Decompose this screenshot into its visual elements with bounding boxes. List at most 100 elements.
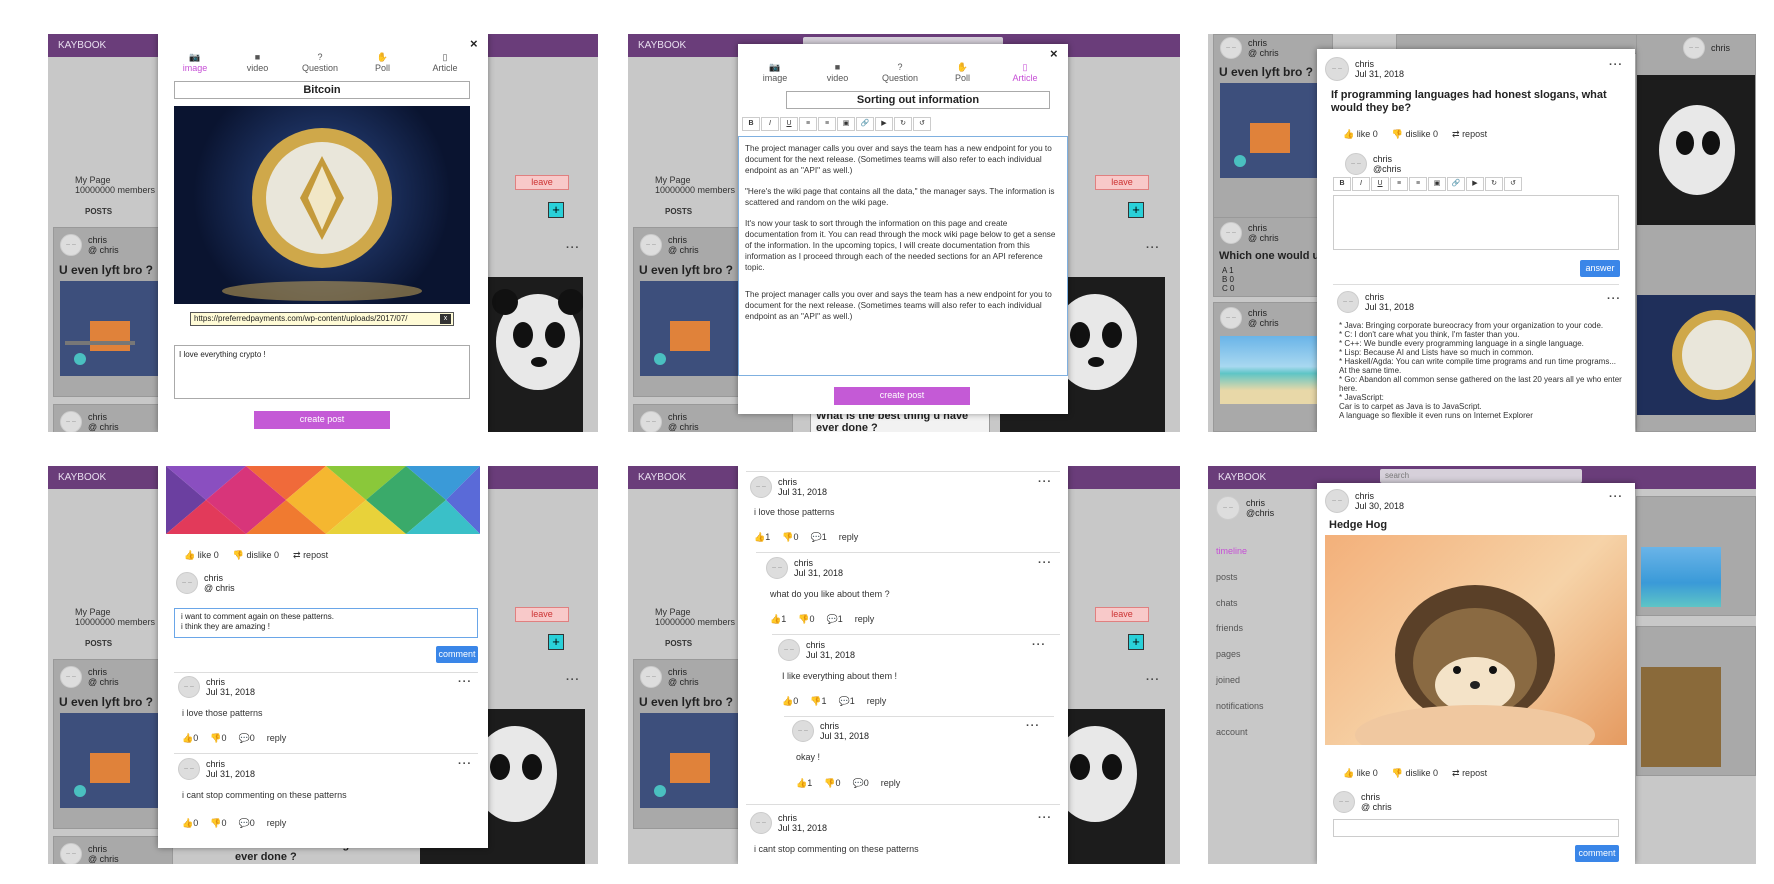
downvote-button[interactable]: 👎0 <box>210 818 226 829</box>
close-icon[interactable]: × <box>1050 46 1058 61</box>
like-button[interactable]: 👍 like 0 <box>1343 768 1378 779</box>
replies-count[interactable]: 💬0 <box>238 733 254 744</box>
search-input[interactable]: search <box>1380 469 1582 483</box>
reply-link[interactable]: reply <box>267 733 287 744</box>
replies-count[interactable]: 💬1 <box>838 696 854 707</box>
post-title-input[interactable]: Bitcoin <box>174 81 470 99</box>
downvote-button[interactable]: 👎0 <box>210 733 226 744</box>
italic-button[interactable]: I <box>1352 177 1370 191</box>
bold-button[interactable]: B <box>742 117 760 131</box>
tab-image[interactable]: 📷 image <box>750 62 800 83</box>
answer-editor[interactable] <box>1333 195 1619 250</box>
clear-url-button[interactable]: x <box>440 314 451 324</box>
reply-link[interactable]: reply <box>267 818 287 829</box>
leave-button[interactable]: leave <box>1095 607 1149 622</box>
tab-video[interactable]: ■ video <box>233 52 283 73</box>
create-post-button[interactable]: create post <box>834 387 970 405</box>
comment-input[interactable] <box>1333 819 1619 837</box>
upvote-button[interactable]: 👍0 <box>782 696 798 707</box>
redo-icon[interactable]: ↻ <box>894 117 912 131</box>
more-options-icon[interactable]: ··· <box>1038 812 1052 824</box>
video-embed-icon[interactable]: ▶ <box>875 117 893 131</box>
brand-logo[interactable]: KAYBOOK <box>1218 472 1266 483</box>
dislike-button[interactable]: 👎 dislike 0 <box>1392 768 1438 779</box>
italic-button[interactable]: I <box>761 117 779 131</box>
add-post-button[interactable]: + <box>548 202 564 218</box>
tab-article[interactable]: ▯ Article <box>1000 62 1050 83</box>
bullet-list-icon[interactable]: ≡ <box>799 117 817 131</box>
downvote-button[interactable]: 👎1 <box>810 696 826 707</box>
like-button[interactable]: 👍 like 0 <box>184 550 219 561</box>
leave-button[interactable]: leave <box>515 175 569 190</box>
upvote-button[interactable]: 👍1 <box>770 614 786 625</box>
poll-option[interactable]: C 0 <box>1222 284 1234 293</box>
comment-button[interactable]: comment <box>436 646 478 663</box>
add-post-button[interactable]: + <box>1128 634 1144 650</box>
more-options-icon[interactable]: ··· <box>1146 242 1160 254</box>
tab-video[interactable]: ■ video <box>813 62 863 83</box>
sidebar-item-pages[interactable]: pages <box>1216 649 1241 659</box>
repost-button[interactable]: ⇄ repost <box>293 550 328 561</box>
tab-posts[interactable]: POSTS <box>85 207 112 216</box>
tab-posts[interactable]: POSTS <box>85 639 112 648</box>
more-options-icon[interactable]: ··· <box>566 242 580 254</box>
reply-link[interactable]: reply <box>839 532 859 543</box>
link-icon[interactable]: 🔗 <box>1447 177 1465 191</box>
more-options-icon[interactable]: ··· <box>1038 557 1052 569</box>
sidebar-item-timeline[interactable]: timeline <box>1216 546 1247 556</box>
reply-link[interactable]: reply <box>867 696 887 707</box>
sidebar-item-joined[interactable]: joined <box>1216 675 1240 685</box>
replies-count[interactable]: 💬0 <box>852 778 868 789</box>
article-body-editor[interactable]: The project manager calls you over and s… <box>738 136 1068 376</box>
tab-poll[interactable]: ✋ Poll <box>938 62 988 83</box>
more-options-icon[interactable]: ··· <box>1026 720 1040 732</box>
redo-icon[interactable]: ↻ <box>1485 177 1503 191</box>
link-icon[interactable]: 🔗 <box>856 117 874 131</box>
more-options-icon[interactable]: ··· <box>458 758 472 770</box>
tab-posts[interactable]: POSTS <box>665 639 692 648</box>
tab-question[interactable]: ? Question <box>875 62 925 83</box>
replies-count[interactable]: 💬1 <box>810 532 826 543</box>
numbered-list-icon[interactable]: ≡ <box>818 117 836 131</box>
poll-option[interactable]: A 1 <box>1222 266 1234 275</box>
undo-icon[interactable]: ↺ <box>1504 177 1522 191</box>
replies-count[interactable]: 💬0 <box>238 818 254 829</box>
leave-button[interactable]: leave <box>1095 175 1149 190</box>
upvote-button[interactable]: 👍0 <box>182 818 198 829</box>
bold-button[interactable]: B <box>1333 177 1351 191</box>
brand-logo[interactable]: KAYBOOK <box>58 472 106 483</box>
close-icon[interactable]: × <box>470 36 478 51</box>
image-icon[interactable]: ▣ <box>837 117 855 131</box>
numbered-list-icon[interactable]: ≡ <box>1409 177 1427 191</box>
downvote-button[interactable]: 👎0 <box>798 614 814 625</box>
leave-button[interactable]: leave <box>515 607 569 622</box>
reply-link[interactable]: reply <box>855 614 875 625</box>
tab-posts[interactable]: POSTS <box>665 207 692 216</box>
dislike-button[interactable]: 👎 dislike 0 <box>1392 129 1438 140</box>
poll-option[interactable]: B 0 <box>1222 275 1234 284</box>
downvote-button[interactable]: 👎0 <box>824 778 840 789</box>
tab-question[interactable]: ? Question <box>295 52 345 73</box>
undo-icon[interactable]: ↺ <box>913 117 931 131</box>
more-options-icon[interactable]: ··· <box>1146 674 1160 686</box>
bullet-list-icon[interactable]: ≡ <box>1390 177 1408 191</box>
sidebar-item-posts[interactable]: posts <box>1216 572 1238 582</box>
comment-button[interactable]: comment <box>1575 845 1619 862</box>
replies-count[interactable]: 💬1 <box>826 614 842 625</box>
more-options-icon[interactable]: ··· <box>1609 59 1623 71</box>
post-description-input[interactable]: I love everything crypto ! <box>174 345 470 399</box>
more-options-icon[interactable]: ··· <box>1038 476 1052 488</box>
underline-button[interactable]: U <box>780 117 798 131</box>
more-options-icon[interactable]: ··· <box>566 674 580 686</box>
tab-image[interactable]: 📷 image <box>170 52 220 73</box>
sidebar-item-notifications[interactable]: notifications <box>1216 701 1264 711</box>
tab-article[interactable]: ▯ Article <box>420 52 470 73</box>
create-post-button[interactable]: create post <box>254 411 390 429</box>
sidebar-item-chats[interactable]: chats <box>1216 598 1238 608</box>
add-post-button[interactable]: + <box>548 634 564 650</box>
underline-button[interactable]: U <box>1371 177 1389 191</box>
more-options-icon[interactable]: ··· <box>1609 491 1623 503</box>
brand-logo[interactable]: KAYBOOK <box>58 40 106 51</box>
upvote-button[interactable]: 👍1 <box>754 532 770 543</box>
video-embed-icon[interactable]: ▶ <box>1466 177 1484 191</box>
